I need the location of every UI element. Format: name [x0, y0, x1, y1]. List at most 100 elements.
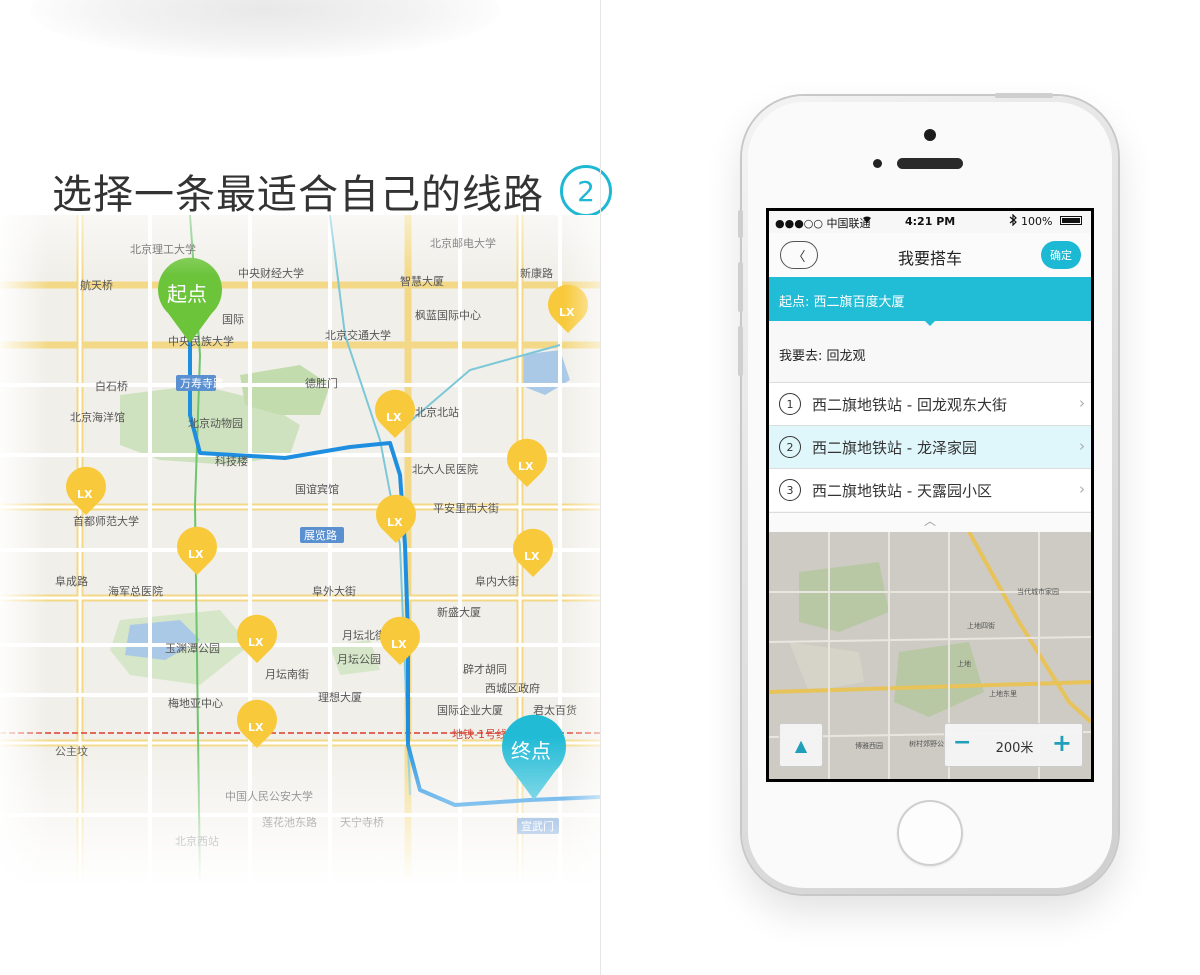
map-label: 国谊宾馆 [295, 482, 339, 496]
route-item[interactable]: 1 西二旗地铁站 - 回龙观东大街 › [769, 382, 1091, 425]
map-label: 月坛北街 [342, 628, 386, 642]
route-number: 3 [779, 479, 801, 501]
map-label: 辟才胡同 [463, 662, 507, 676]
svg-text:LX: LX [386, 411, 402, 424]
map-label: 北京理工大学 [130, 242, 196, 256]
volume-down-button [738, 326, 743, 376]
svg-text:LX: LX [248, 721, 264, 734]
map-label: 新康路 [520, 266, 553, 280]
map-label: 首都师范大学 [73, 514, 139, 528]
route-label: 西二旗地铁站 - 龙泽家园 [812, 439, 977, 457]
map-label: 白石桥 [95, 379, 128, 393]
map-label: 北大人民医院 [412, 462, 478, 476]
chevron-right-icon: › [1079, 437, 1085, 455]
end-pin-label: 终点 [511, 739, 551, 763]
map-label: 阜内大街 [475, 574, 519, 588]
status-bar: ●●●○○ 中国联通 4:21 PM 100% [769, 211, 1091, 233]
battery-percent: 100% [1021, 215, 1053, 228]
map-label: 中央财经大学 [238, 266, 304, 280]
carrier: ●●●○○ 中国联通 [775, 217, 871, 230]
route-list: 1 西二旗地铁站 - 回龙观东大街 › 2 西二旗地铁站 - 龙泽家园 › 3 … [769, 382, 1091, 511]
map-label: 新盛大厦 [437, 605, 481, 619]
headline-text: 选择一条最适合自己的线路 [52, 172, 544, 218]
bluetooth-icon [1009, 213, 1017, 229]
top-shadow [30, 0, 500, 60]
map-label: 北京动物园 [188, 416, 243, 430]
wifi-icon [861, 214, 873, 227]
sensor [873, 159, 882, 168]
map-label: 阜成路 [55, 575, 88, 588]
svg-text:LX: LX [77, 488, 93, 501]
map-label: 海军总医院 [108, 584, 163, 598]
power-button [995, 93, 1053, 98]
origin-text: 起点: 西二旗百度大厦 [779, 295, 905, 310]
svg-text:LX: LX [188, 548, 204, 561]
map-label: 阜外大街 [312, 584, 356, 598]
map-label: 莲花池东路 [262, 816, 317, 829]
collapse-handle[interactable]: ︿ [769, 512, 1091, 533]
battery-icon [1060, 216, 1082, 225]
home-button[interactable] [897, 800, 963, 866]
svg-text:LX: LX [524, 550, 540, 563]
svg-text:LX: LX [518, 460, 534, 473]
station-label: 宣武门 [521, 819, 554, 833]
map-label: 中国人民公安大学 [225, 789, 313, 803]
route-item[interactable]: 3 西二旗地铁站 - 天露园小区 › [769, 468, 1091, 511]
svg-text:LX: LX [387, 516, 403, 529]
clock: 4:21 PM [905, 215, 956, 228]
confirm-button[interactable]: 确定 [1041, 241, 1081, 269]
locate-button[interactable]: ▲ [779, 723, 823, 767]
map-label: 北京交通大学 [325, 328, 391, 342]
chevron-right-icon: › [1079, 394, 1085, 412]
map-label: 国际企业大厦 [437, 703, 503, 717]
svg-text:LX: LX [559, 306, 575, 319]
route-number: 1 [779, 393, 801, 415]
station-label: 展览路 [304, 528, 337, 542]
map-label: 平安里西大街 [433, 501, 499, 515]
zoom-in-button[interactable]: + [1052, 729, 1072, 757]
route-item-selected[interactable]: 2 西二旗地铁站 - 龙泽家园 › [769, 425, 1091, 468]
mini-map-label: 博雅西园 [855, 741, 883, 750]
map-label: 智慧大厦 [400, 274, 444, 288]
map-label: 玉渊潭公园 [165, 642, 220, 655]
map-label: 航天桥 [80, 278, 113, 292]
mute-switch [738, 210, 743, 238]
map-label: 北京海洋馆 [70, 410, 125, 424]
speaker [897, 158, 963, 169]
step-badge: 2 [560, 165, 612, 217]
map-label: 枫蓝国际中心 [415, 308, 481, 322]
map-label: 月坛公园 [337, 653, 381, 666]
map-label: 理想大厦 [318, 690, 362, 704]
chevron-up-icon: ︿ [923, 514, 936, 528]
map-label: 北京北站 [415, 405, 459, 419]
map-label: 北京西站 [175, 834, 219, 848]
map-label: 国际 [222, 313, 244, 326]
mini-map[interactable]: 当代城市家园 上地 上地东里 博雅西园 树村郊野公园 上地四街 ▲ − 200米… [769, 531, 1091, 779]
start-pin-label: 起点 [167, 282, 207, 306]
svg-text:LX: LX [248, 636, 264, 649]
route-map-svg: 北京理工大学 北京邮电大学 中央财经大学 智慧大厦 新康路 航天桥 国际 枫蓝国… [0, 215, 600, 885]
volume-up-button [738, 262, 743, 312]
camera-icon [924, 129, 936, 141]
svg-text:LX: LX [391, 638, 407, 651]
zoom-control: − 200米 + [944, 723, 1083, 767]
locate-arrow-icon: ▲ [794, 735, 808, 755]
divider [600, 0, 601, 975]
origin-field[interactable]: 起点: 西二旗百度大厦 [769, 277, 1091, 326]
mini-map-label: 当代城市家园 [1017, 587, 1059, 596]
route-label: 西二旗地铁站 - 回龙观东大街 [812, 396, 1007, 414]
map-label: 君太百货 [533, 703, 577, 717]
map-label: 天宁寺桥 [340, 815, 384, 829]
destination-field[interactable]: 我要去: 回龙观 [769, 326, 1091, 380]
map-label: 西城区政府 [485, 681, 540, 695]
headline: 选择一条最适合自己的线路 2 [52, 162, 612, 220]
chevron-right-icon: › [1079, 480, 1085, 498]
map-label: 德胜门 [305, 376, 338, 390]
map-label: 公主坟 [55, 744, 88, 758]
route-map[interactable]: 北京理工大学 北京邮电大学 中央财经大学 智慧大厦 新康路 航天桥 国际 枫蓝国… [0, 215, 600, 885]
station-label: 万寿寺路 [180, 376, 224, 390]
map-label: 北京邮电大学 [430, 236, 496, 250]
destination-text: 我要去: 回龙观 [779, 349, 866, 364]
route-label: 西二旗地铁站 - 天露园小区 [812, 482, 992, 500]
map-label: 科技楼 [215, 454, 248, 468]
